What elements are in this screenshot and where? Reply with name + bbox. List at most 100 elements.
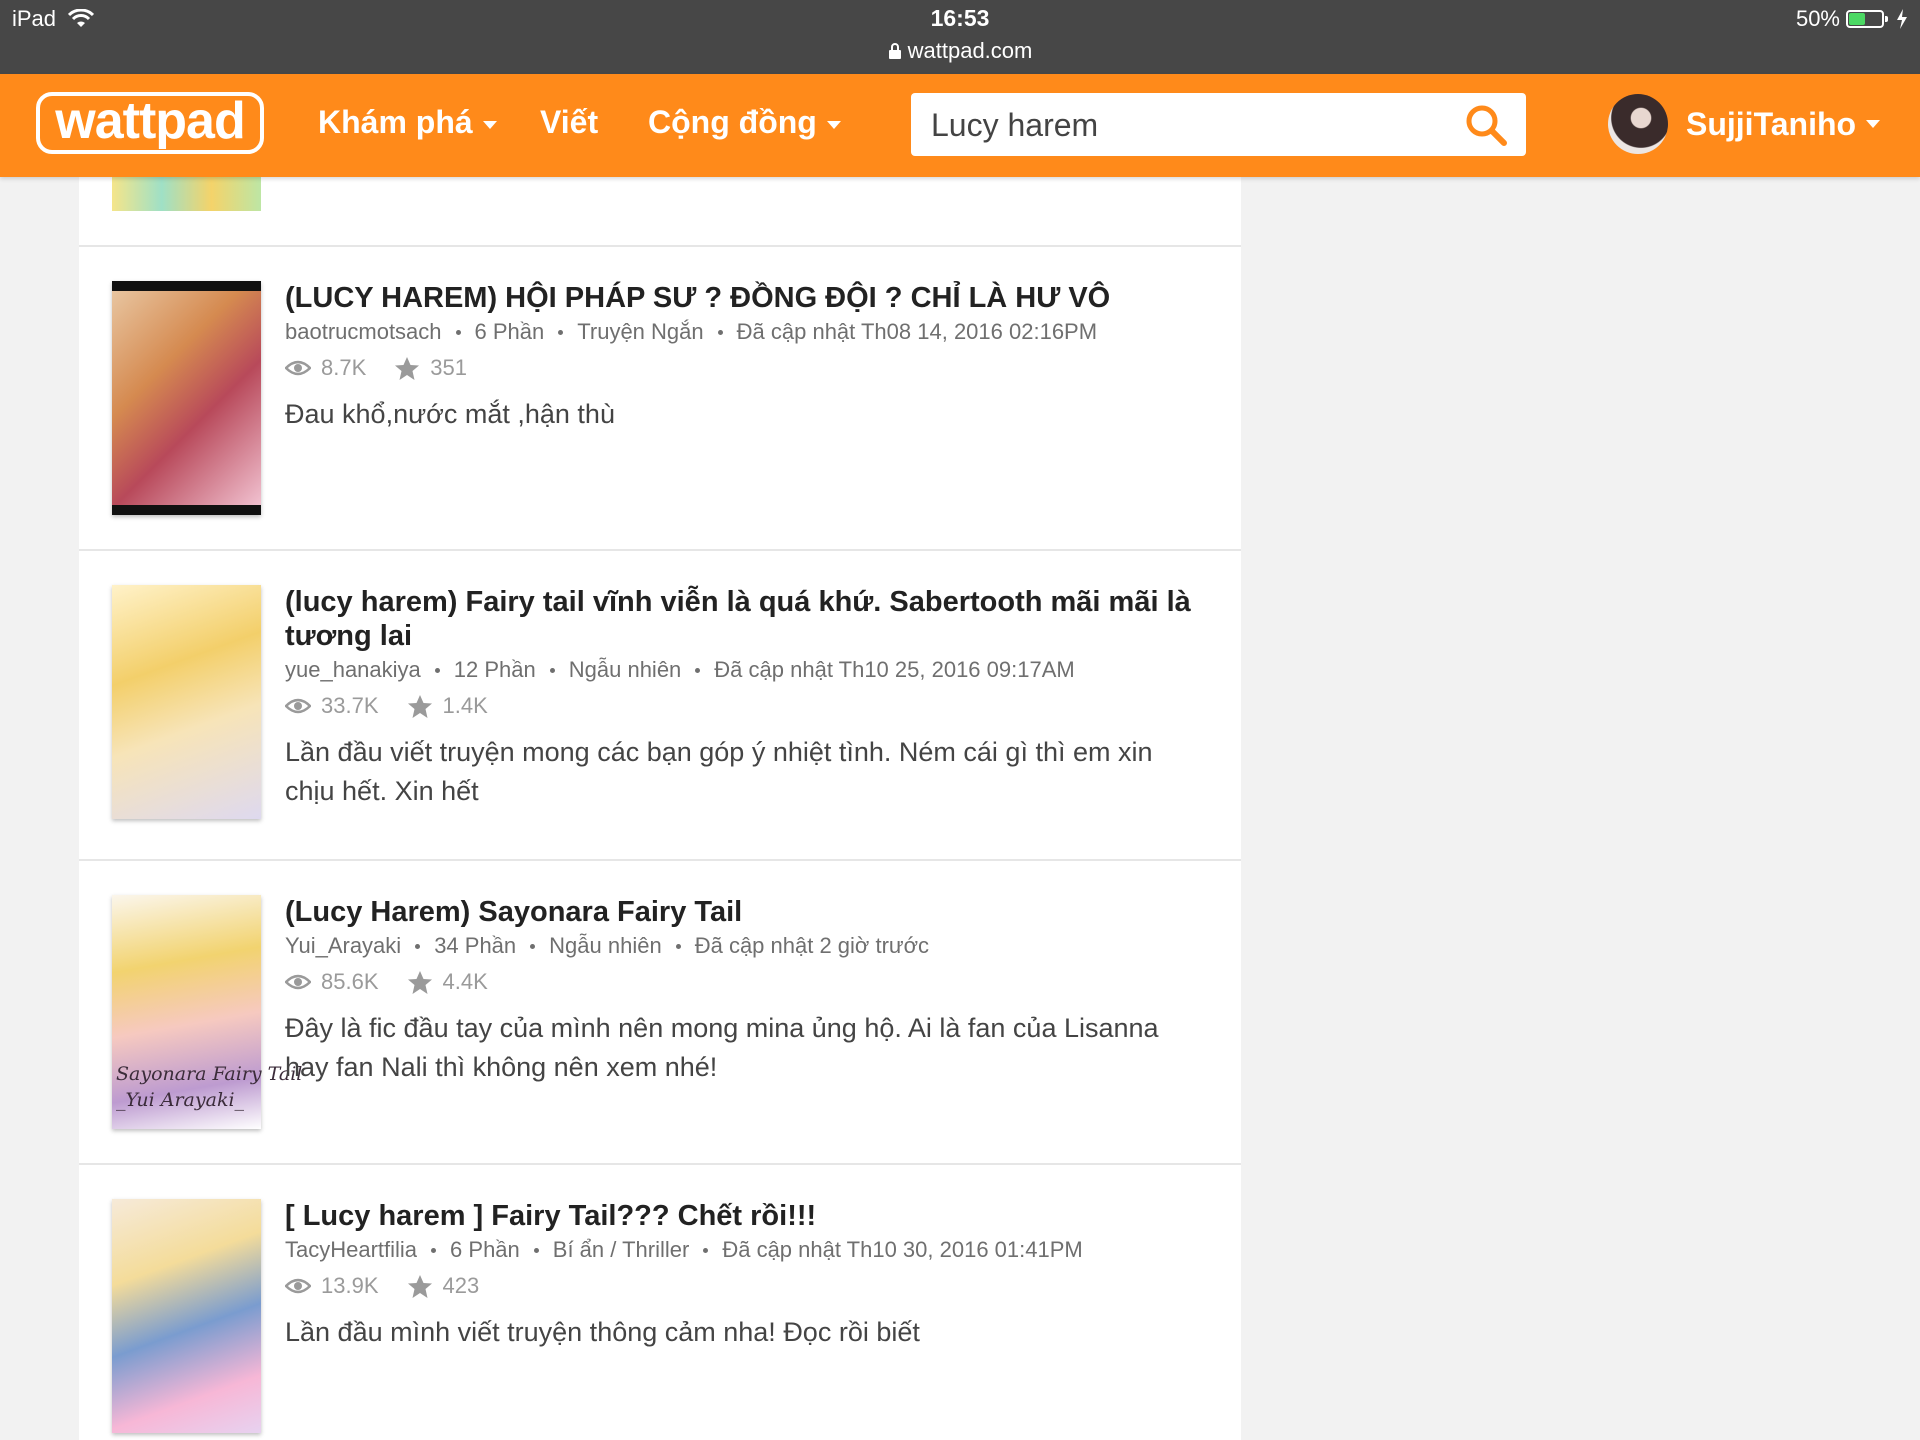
- story-cover[interactable]: [112, 177, 261, 211]
- ios-status-bar: iPad 16:53 wattpad.com 50%: [0, 0, 1920, 74]
- story-parts: 6 Phần: [450, 1237, 520, 1262]
- story-description: Đây là fic đầu tay của mình nên mong min…: [285, 1013, 1159, 1082]
- separator-dot: [558, 329, 564, 335]
- story-description: Đau khổ,nước mắt ,hận thù: [285, 399, 615, 429]
- list-item[interactable]: (LUCY HAREM) HỘI PHÁP SƯ ? ĐỒNG ĐỘI ? CH…: [79, 247, 1241, 551]
- nav-discover-label: Khám phá: [318, 104, 473, 140]
- battery-level: [1849, 13, 1865, 25]
- separator-dot: [717, 329, 723, 335]
- vote-count: 4.4K: [442, 969, 488, 994]
- nav-discover[interactable]: Khám phá: [318, 104, 497, 141]
- list-item[interactable]: [ Lucy harem ] Fairy Tail??? Chết rồi!!!…: [79, 1165, 1241, 1440]
- eye-icon: [285, 360, 311, 376]
- vote-count: 423: [442, 1273, 480, 1298]
- separator-dot: [431, 1247, 437, 1253]
- separator-dot: [530, 943, 536, 949]
- story-author[interactable]: TacyHeartfilia: [285, 1237, 417, 1263]
- search-input[interactable]: [929, 101, 1453, 149]
- story-genre: Bí ẩn / Thriller: [552, 1237, 690, 1262]
- list-item[interactable]: Sayonara Fairy Tail _Yui Arayaki_ (Lucy …: [79, 861, 1241, 1165]
- story-title[interactable]: (lucy harem) Fairy tail vĩnh viễn là quá…: [285, 585, 1205, 653]
- story-genre: Truyện Ngắn: [577, 319, 704, 344]
- search-results-list: (LUCY HAREM) HỘI PHÁP SƯ ? ĐỒNG ĐỘI ? CH…: [79, 177, 1241, 1440]
- story-author[interactable]: yue_hanakiya: [285, 657, 421, 683]
- read-count: 13.9K: [321, 1273, 379, 1298]
- separator-dot: [549, 667, 555, 673]
- eye-icon: [285, 974, 311, 990]
- separator-dot: [695, 667, 701, 673]
- story-title[interactable]: (LUCY HAREM) HỘI PHÁP SƯ ? ĐỒNG ĐỘI ? CH…: [285, 281, 1205, 315]
- story-meta: baotrucmotsach 6 Phần Truyện Ngắn Đã cập…: [285, 319, 1205, 345]
- chevron-down-icon: [826, 120, 841, 129]
- battery-percent: 50%: [1795, 6, 1840, 31]
- read-count: 33.7K: [321, 693, 379, 718]
- address-bar[interactable]: wattpad.com: [0, 38, 1920, 64]
- separator-dot: [434, 667, 440, 673]
- story-info: (Lucy Harem) Sayonara Fairy Tail Yui_Ara…: [285, 895, 1205, 1087]
- story-genre: Ngẫu nhiên: [568, 657, 682, 682]
- chevron-down-icon: [1866, 120, 1881, 128]
- list-item[interactable]: [79, 177, 1241, 247]
- story-author[interactable]: baotrucmotsach: [285, 319, 442, 345]
- eye-icon: [285, 698, 311, 714]
- clock: 16:53: [930, 5, 990, 31]
- story-stats: 13.9K 423: [285, 1271, 1205, 1301]
- battery-icon: [1846, 10, 1888, 28]
- star-icon: [407, 694, 432, 718]
- top-navigation: wattpad Khám phá Viết Cộng đồng SujjiTan…: [0, 74, 1920, 177]
- user-menu[interactable]: SujjiTaniho: [1608, 94, 1881, 154]
- wattpad-logo[interactable]: wattpad: [36, 92, 264, 154]
- story-genre: Ngẫu nhiên: [549, 933, 662, 958]
- url-text: wattpad.com: [907, 38, 1033, 63]
- vote-count: 1.4K: [442, 693, 488, 718]
- story-description: Lần đầu viết truyện mong các bạn góp ý n…: [285, 737, 1153, 806]
- story-updated: Đã cập nhật 2 giờ trước: [694, 933, 930, 958]
- username: SujjiTaniho: [1686, 105, 1857, 142]
- search-icon[interactable]: [1464, 103, 1508, 147]
- story-title[interactable]: [ Lucy harem ] Fairy Tail??? Chết rồi!!!: [285, 1199, 1205, 1233]
- separator-dot: [455, 329, 461, 335]
- story-stats: 8.7K 351: [285, 353, 1205, 383]
- story-cover[interactable]: [112, 281, 261, 515]
- story-parts: 12 Phần: [453, 657, 536, 682]
- story-meta: TacyHeartfilia 6 Phần Bí ẩn / Thriller Đ…: [285, 1237, 1205, 1263]
- story-stats: 85.6K 4.4K: [285, 967, 1205, 997]
- chevron-down-icon: [482, 120, 497, 129]
- charging-icon: [1897, 9, 1907, 29]
- story-stats: 33.7K 1.4K: [285, 691, 1205, 721]
- separator-dot: [675, 943, 681, 949]
- nav-community[interactable]: Cộng đồng: [648, 104, 841, 141]
- star-icon: [395, 356, 420, 380]
- separator-dot: [415, 943, 421, 949]
- story-description: Lần đầu mình viết truyện thông cảm nha! …: [285, 1317, 920, 1347]
- story-info: [ Lucy harem ] Fairy Tail??? Chết rồi!!!…: [285, 1199, 1205, 1352]
- status-right: 50%: [1796, 6, 1908, 32]
- read-count: 85.6K: [321, 969, 379, 994]
- story-cover[interactable]: [112, 585, 261, 819]
- story-title[interactable]: (Lucy Harem) Sayonara Fairy Tail: [285, 895, 1205, 929]
- lock-icon: [888, 43, 901, 59]
- list-item[interactable]: (lucy harem) Fairy tail vĩnh viễn là quá…: [79, 551, 1241, 861]
- story-updated: Đã cập nhật Th10 30, 2016 01:41PM: [722, 1237, 1083, 1262]
- eye-icon: [285, 1278, 311, 1294]
- story-parts: 34 Phần: [434, 933, 517, 958]
- story-updated: Đã cập nhật Th10 25, 2016 09:17AM: [714, 657, 1075, 682]
- story-updated: Đã cập nhật Th08 14, 2016 02:16PM: [736, 319, 1098, 344]
- story-meta: Yui_Arayaki 34 Phần Ngẫu nhiên Đã cập nh…: [285, 933, 1205, 959]
- nav-community-label: Cộng đồng: [648, 104, 817, 140]
- story-cover[interactable]: Sayonara Fairy Tail _Yui Arayaki_: [112, 895, 302, 1129]
- star-icon: [407, 970, 432, 994]
- separator-dot: [533, 1247, 539, 1253]
- story-author[interactable]: Yui_Arayaki: [285, 933, 401, 959]
- read-count: 8.7K: [321, 355, 367, 380]
- vote-count: 351: [430, 355, 467, 380]
- separator-dot: [703, 1247, 709, 1253]
- nav-write[interactable]: Viết: [540, 104, 598, 141]
- story-info: (lucy harem) Fairy tail vĩnh viễn là quá…: [285, 585, 1205, 811]
- story-info: (LUCY HAREM) HỘI PHÁP SƯ ? ĐỒNG ĐỘI ? CH…: [285, 281, 1205, 434]
- avatar[interactable]: [1608, 94, 1668, 154]
- search-box: [911, 93, 1526, 156]
- story-parts: 6 Phần: [474, 319, 545, 344]
- story-meta: yue_hanakiya 12 Phần Ngẫu nhiên Đã cập n…: [285, 657, 1205, 683]
- story-cover[interactable]: [112, 1199, 261, 1433]
